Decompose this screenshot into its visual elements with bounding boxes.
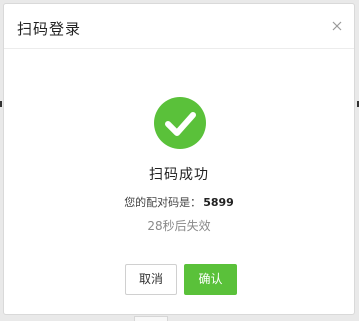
qr-login-dialog: 扫码登录 扫码成功 您的配对码是： 5899 28秒后失效 取消 确认 — [3, 3, 355, 315]
backdrop-edge-fragment — [0, 101, 2, 107]
scan-status-text: 扫码成功 — [149, 167, 209, 183]
cancel-button[interactable]: 取消 — [125, 264, 177, 295]
pairing-code-line: 您的配对码是： 5899 — [4, 194, 354, 210]
confirm-button[interactable]: 确认 — [184, 264, 237, 295]
close-icon[interactable] — [329, 18, 345, 34]
pairing-code-value: 5899 — [203, 196, 234, 209]
expiry-countdown: 28秒后失效 — [147, 219, 211, 233]
dialog-title: 扫码登录 — [17, 20, 82, 38]
backdrop-underlying-element — [134, 316, 168, 321]
dialog-header: 扫码登录 — [4, 4, 354, 49]
check-circle-icon — [154, 97, 206, 149]
pairing-code-label: 您的配对码是： — [124, 196, 202, 209]
